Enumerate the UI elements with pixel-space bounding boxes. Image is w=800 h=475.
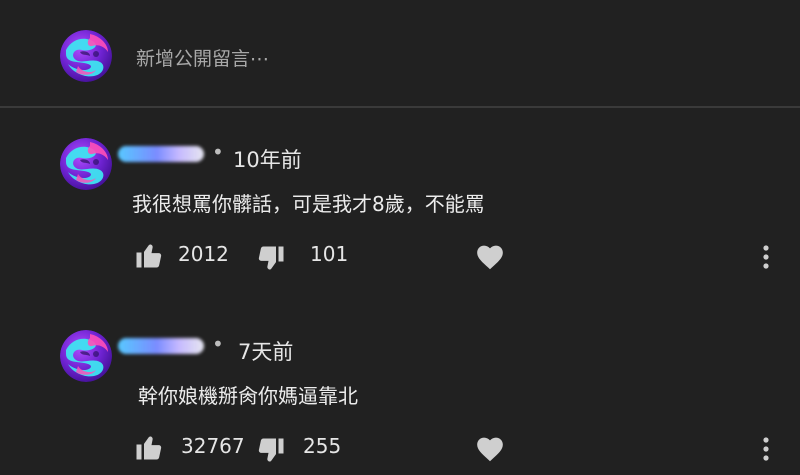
commenter-avatar[interactable] [60, 330, 112, 382]
thumbs-up-icon [136, 436, 162, 460]
comment-timestamp[interactable]: 10年前 [233, 144, 302, 174]
user-avatar [60, 30, 112, 82]
comment-item: • 10年前 我很想罵你髒話，可是我才8歲，不能罵 2012 101 [0, 130, 800, 300]
heart-button[interactable] [476, 436, 504, 462]
like-count: 32767 [181, 434, 245, 458]
comment-timestamp[interactable]: 7天前 [238, 336, 293, 366]
commenter-username-blurred[interactable] [118, 146, 204, 162]
thumbs-down-icon [258, 438, 284, 462]
like-button[interactable] [134, 432, 164, 462]
like-button[interactable] [134, 240, 164, 270]
heart-icon [477, 245, 503, 270]
thumbs-down-icon [258, 246, 284, 270]
comments-section: 新增公開留言⋯ • 10年前 我很想罵你髒話，可是我才8歲，不能罵 2012 1… [0, 0, 800, 475]
comment-actions: 32767 255 [0, 428, 800, 468]
comment-text: 幹你娘機掰肏你媽逼靠北 [138, 384, 358, 408]
add-comment-input[interactable]: 新增公開留言⋯ [136, 44, 269, 71]
more-vertical-icon [763, 437, 769, 461]
dislike-count: 255 [303, 434, 342, 458]
like-count: 2012 [178, 242, 229, 266]
dislike-button[interactable] [256, 244, 286, 274]
commenter-username-blurred[interactable] [118, 338, 204, 354]
thumbs-up-icon [136, 244, 162, 268]
commenter-avatar[interactable] [60, 138, 112, 190]
heart-button[interactable] [476, 244, 504, 270]
more-vertical-icon [763, 245, 769, 269]
meta-separator: • [212, 140, 224, 164]
dislike-count: 101 [310, 242, 349, 266]
more-options-button[interactable] [760, 434, 772, 464]
more-options-button[interactable] [760, 242, 772, 272]
heart-icon [477, 437, 503, 462]
dislike-button[interactable] [256, 436, 286, 466]
meta-separator: • [212, 332, 224, 356]
divider [0, 106, 800, 108]
comment-item: • 7天前 幹你娘機掰肏你媽逼靠北 32767 255 [0, 322, 800, 475]
comment-actions: 2012 101 [0, 236, 800, 276]
comment-text: 我很想罵你髒話，可是我才8歲，不能罵 [132, 192, 485, 216]
